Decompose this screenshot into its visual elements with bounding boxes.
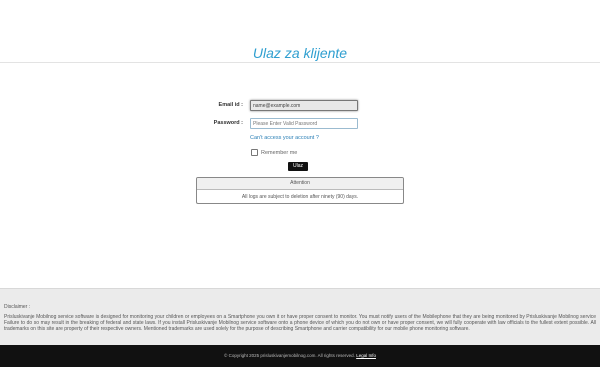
email-label: Email id : xyxy=(218,102,243,108)
disclaimer-title: Disclaimer : xyxy=(4,304,31,310)
password-field[interactable] xyxy=(250,118,358,129)
login-button[interactable]: Ulaz xyxy=(288,162,308,171)
attention-title: Attention xyxy=(197,178,403,190)
password-label: Password : xyxy=(213,120,243,126)
disclaimer-text: Prisluskivanje Mobilnog service software… xyxy=(4,314,596,332)
attention-text: All logs are subject to deletion after n… xyxy=(241,194,359,200)
bottom-strip xyxy=(0,367,600,375)
page-title: Ulaz za klijente xyxy=(252,45,348,61)
legal-info-link[interactable]: Legal Info xyxy=(356,353,376,358)
footer: © Copyright 2025 prisluskivanjemobilnog.… xyxy=(0,345,600,367)
disclaimer-section: Disclaimer : Prisluskivanje Mobilnog ser… xyxy=(0,288,600,345)
forgot-account-link[interactable]: Can't access your account ? xyxy=(250,135,319,141)
email-field[interactable] xyxy=(250,100,358,111)
remember-checkbox[interactable] xyxy=(251,149,258,156)
remember-me[interactable]: Remember me xyxy=(251,149,297,156)
attention-panel: Attention All logs are subject to deleti… xyxy=(196,177,404,204)
remember-label: Remember me xyxy=(261,149,298,156)
footer-copyright: © Copyright 2025 prisluskivanjemobilnog.… xyxy=(224,353,355,358)
